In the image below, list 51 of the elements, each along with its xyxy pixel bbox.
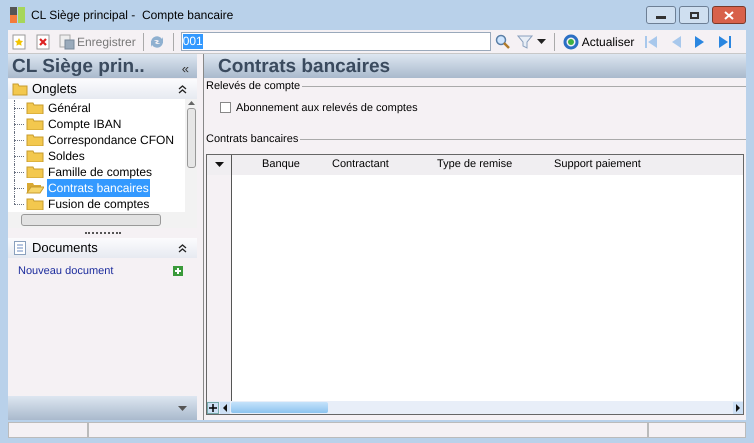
group-title: Contrats bancaires [206,132,298,147]
sidebar-title: CL Siège prin.. [12,56,145,78]
column-header[interactable]: Contractant [332,156,437,173]
folder-icon [26,102,44,114]
new-document-link[interactable]: Nouveau document [18,263,114,280]
tab-item[interactable]: Général [47,99,92,117]
tab-item[interactable]: Correspondance CFON [47,131,176,149]
folder-icon [26,166,44,178]
folder-icon [26,198,44,210]
scroll-left-icon[interactable] [220,402,230,414]
scroll-right-icon[interactable] [733,402,743,414]
group-title: Relevés de compte [206,79,300,94]
minimize-button[interactable] [646,6,676,24]
app-icon [10,7,26,23]
vertical-scrollbar[interactable] [185,99,197,212]
open-folder-icon [26,182,44,194]
delete-icon[interactable] [35,34,51,50]
folder-icon [26,134,44,146]
tab-item[interactable]: Soldes [47,147,86,165]
collapse-icon[interactable] [178,84,187,94]
collapse-icon[interactable] [178,244,187,252]
close-icon [724,10,734,20]
add-row-button[interactable] [207,402,219,414]
scroll-up-icon[interactable] [188,101,194,105]
dropdown-icon[interactable] [536,38,546,44]
save-icon [59,34,75,50]
last-icon[interactable] [717,34,734,50]
close-button[interactable] [712,6,746,24]
checkbox[interactable] [220,102,231,114]
dropdown-icon[interactable] [214,162,224,167]
save-button[interactable]: Enregistrer [59,32,136,50]
document-icon [14,241,26,255]
tab-item[interactable]: Fusion de comptes [47,195,150,212]
folder-icon [12,82,28,96]
search-icon[interactable] [494,34,511,50]
folder-icon [26,118,44,130]
scrollbar-thumb[interactable] [231,402,328,413]
column-header[interactable]: Type de remise [437,156,554,173]
folder-icon [26,150,44,162]
new-icon[interactable] [11,34,27,50]
collapse-button[interactable]: « [182,60,189,78]
maximize-button[interactable] [679,6,709,24]
tab-item[interactable]: Compte IBAN [47,115,122,133]
column-header[interactable]: Support paiement [554,156,674,173]
add-icon[interactable] [173,266,183,276]
column-header[interactable]: Banque [232,156,332,173]
checkbox-label[interactable]: Abonnement aux relevés de comptes [236,100,418,116]
window-title: CL Siège principal - Compte bancaire [31,7,234,24]
page-title: Contrats bancaires [218,56,390,78]
refresh-button[interactable]: Actualiser [562,32,634,50]
tab-item[interactable]: Famille de comptes [47,163,154,181]
